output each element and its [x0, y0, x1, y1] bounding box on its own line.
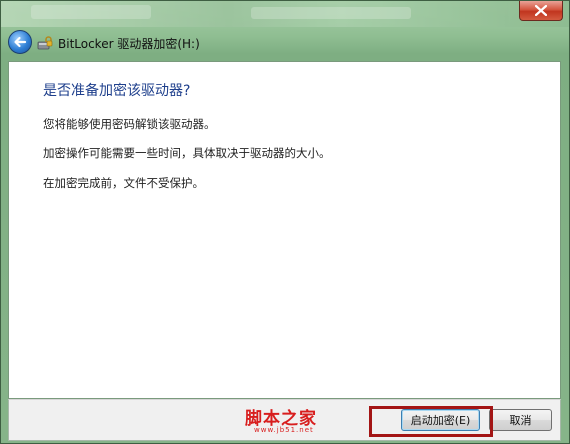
back-button[interactable]	[8, 30, 32, 54]
start-encryption-button[interactable]: 启动加密(E)	[401, 409, 480, 431]
aero-background	[1, 1, 569, 27]
page-title: 是否准备加密该驱动器?	[43, 83, 191, 99]
title-bar: BitLocker 驱动器加密(H:)	[1, 27, 569, 61]
close-icon	[535, 5, 547, 16]
info-duration-text: 加密操作可能需要一些时间，具体取决于驱动器的大小。	[43, 146, 331, 160]
back-arrow-icon	[14, 36, 27, 48]
bitlocker-icon	[37, 36, 53, 50]
watermark-url: www.jb51.net	[254, 426, 314, 434]
window-title: BitLocker 驱动器加密(H:)	[58, 37, 200, 51]
info-unlock-text: 您将能够使用密码解锁该驱动器。	[43, 117, 216, 131]
button-bar: 脚本之家 www.jb51.net 启动加密(E) 取消	[8, 399, 561, 441]
close-button[interactable]	[519, 1, 563, 21]
info-protection-text: 在加密完成前，文件不受保护。	[43, 176, 204, 190]
bitlocker-window: BitLocker 驱动器加密(H:) 是否准备加密该驱动器? 您将能够使用密码…	[0, 0, 570, 444]
content-panel: 是否准备加密该驱动器? 您将能够使用密码解锁该驱动器。 加密操作可能需要一些时间…	[8, 61, 561, 399]
cancel-button[interactable]: 取消	[489, 409, 552, 431]
